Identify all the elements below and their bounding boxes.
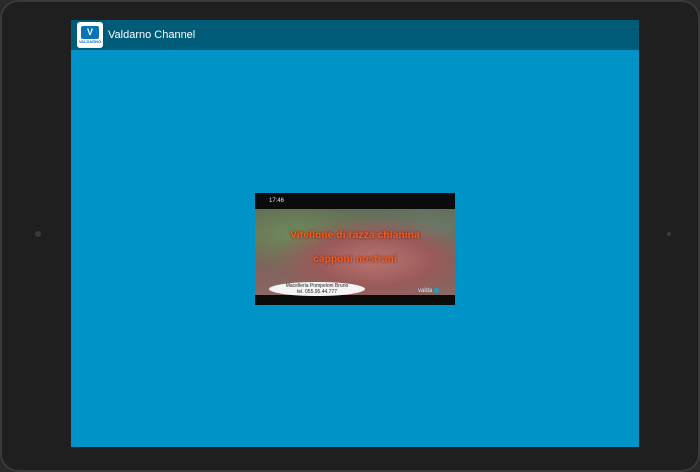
app-logo-subtext: VALDARNO	[78, 38, 102, 44]
video-caption-line1: Vitellone di razza chianina	[290, 230, 420, 241]
channel-bug: valda	[418, 288, 440, 295]
channel-bug-icon	[434, 288, 440, 293]
app-screen: V VALDARNO Valdarno Channel 17:46 Vitell…	[71, 20, 639, 447]
ad-line2: tel. 055.95.44.777	[296, 289, 338, 295]
sensor	[667, 232, 671, 236]
tablet-device: V VALDARNO Valdarno Channel 17:46 Vitell…	[0, 0, 700, 472]
app-logo-icon[interactable]: V VALDARNO	[77, 22, 103, 48]
app-logo-mark: V	[81, 25, 99, 39]
action-bar: V VALDARNO Valdarno Channel	[71, 20, 639, 50]
app-title: Valdarno Channel	[108, 29, 196, 41]
video-caption-line2: capponi nostrani	[313, 254, 397, 265]
channel-bug-text: valda	[418, 288, 433, 295]
video-clock: 17:46	[269, 198, 285, 204]
video-player[interactable]: 17:46 Vitellone di razza chianina cappon…	[255, 193, 455, 305]
front-camera	[35, 231, 41, 237]
ad-banner: Macelleria Pompeloni Bruno tel. 055.95.4…	[269, 282, 365, 296]
